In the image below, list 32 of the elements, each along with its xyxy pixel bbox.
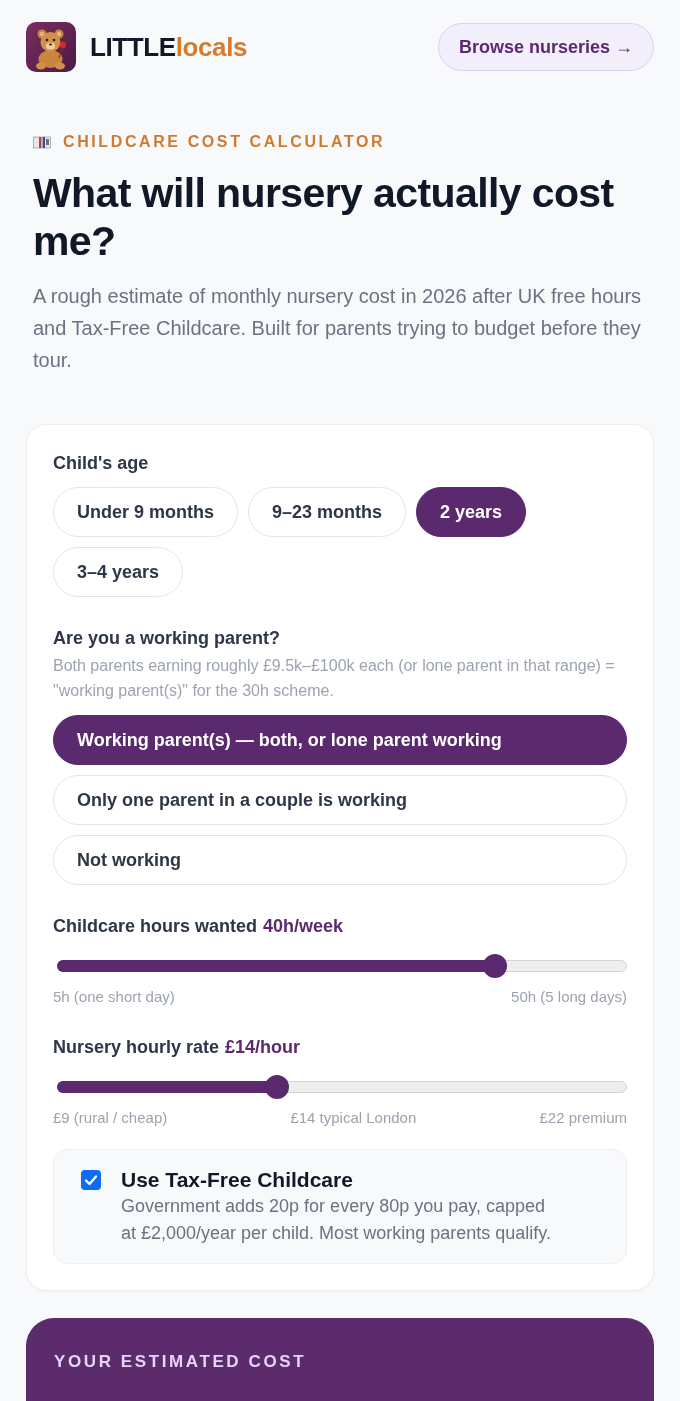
age-label: Child's age	[53, 452, 150, 474]
page-title: What will nursery actually cost me?	[33, 169, 615, 265]
working-option[interactable]: Working parent(s) — both, or lone parent working	[53, 715, 627, 765]
working-parent-label: Are you a working parent?	[53, 627, 282, 649]
age-option[interactable]: 3–4 years	[53, 547, 184, 597]
slider-value: £14/hour	[225, 1036, 301, 1058]
slider-scale-label: £22 premium	[539, 1109, 627, 1127]
age-option[interactable]: Under 9 months	[53, 487, 238, 537]
working-option[interactable]: Only one parent in a couple is working	[53, 775, 627, 825]
slider-thumb[interactable]	[264, 1075, 289, 1099]
slider-scale-label: £9 (rural / cheap)	[53, 1109, 168, 1127]
result-heading: YOUR ESTIMATED COST	[54, 1352, 308, 1372]
age-option[interactable]: 9–23 months	[248, 487, 407, 537]
book-icon	[33, 135, 51, 149]
teddy-bear-icon	[26, 22, 76, 72]
eyebrow-title: CHILDCARE COST CALCULATOR	[63, 133, 386, 151]
slider-scale-label: 50h (5 long days)	[511, 988, 627, 1006]
working-option[interactable]: Not working	[53, 835, 627, 885]
checkbox[interactable]	[81, 1170, 101, 1190]
slider-scale-label: 5h (one short day)	[53, 988, 175, 1006]
browse-nurseries-button[interactable]: Browse nurseries →	[437, 23, 654, 71]
brand-name: LITTLElocals	[90, 31, 247, 63]
working-parent-hint: Both parents earning roughly £9.5k–£100k each (or lone parent in that range) = "working parent(s)" for the 30h scheme.	[53, 656, 616, 701]
slider-label: Childcare hours wanted	[53, 915, 258, 937]
page-subtitle: A rough estimate of monthly nursery cost in 2026 after UK free hours and Tax-Free Childcare. Built for parents trying to budget before they tour.	[33, 284, 643, 373]
slider-label: Nursery hourly rate	[53, 1036, 220, 1058]
age-option[interactable]: 2 years	[416, 487, 527, 537]
tax-free-description: Government adds 20p for every 80p you pay, capped at £2,000/year per child. Most working parents qualify.	[121, 1195, 552, 1245]
tax-free-title: Use Tax-Free Childcare	[121, 1167, 354, 1193]
slider-value: 40h/week	[263, 915, 344, 937]
slider-scale-label: £14 typical London	[290, 1109, 417, 1127]
slider-thumb[interactable]	[482, 954, 507, 978]
